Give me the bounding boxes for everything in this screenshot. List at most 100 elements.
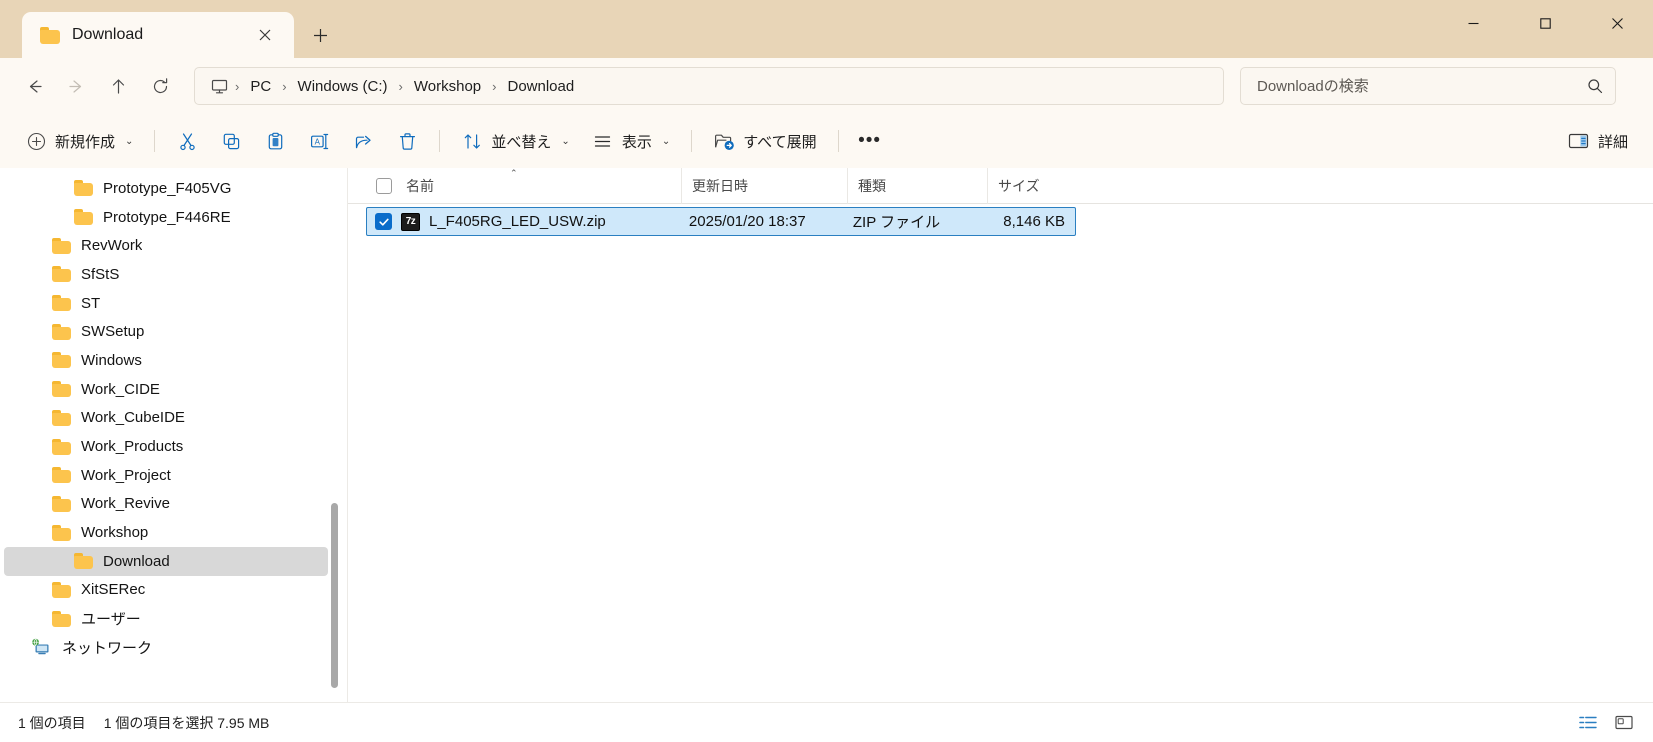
delete-button[interactable] (385, 122, 429, 160)
sidebar-item-label: ST (81, 294, 101, 312)
search-input[interactable] (1257, 77, 1587, 95)
rename-button[interactable]: A (297, 122, 341, 160)
sidebar-item-label: Work_Project (81, 466, 171, 484)
view-button[interactable]: 表示 ⌄ (581, 122, 681, 160)
details-view-button[interactable] (1573, 710, 1603, 736)
cut-button[interactable] (165, 122, 209, 160)
close-tab-icon[interactable] (250, 20, 280, 50)
chevron-down-icon: ⌄ (661, 135, 671, 147)
pane-divider[interactable] (347, 168, 348, 702)
search-box[interactable] (1240, 67, 1616, 105)
svg-text:A: A (315, 137, 321, 146)
toolbar-divider (154, 130, 156, 152)
up-button[interactable] (98, 67, 138, 105)
window-controls (1437, 0, 1653, 46)
row-checkbox[interactable] (375, 213, 392, 230)
breadcrumb-separator: › (398, 78, 403, 94)
details-pane-button[interactable]: 詳細 (1557, 122, 1639, 160)
new-tab-icon[interactable] (302, 17, 338, 53)
folder-icon (52, 495, 71, 512)
breadcrumb[interactable]: › PC › Windows (C:) › Workshop › Downloa… (194, 67, 1224, 105)
paste-button[interactable] (253, 122, 297, 160)
item-count-label: 1 個の項目 (18, 714, 86, 731)
sidebar-item-label: Work_CubeIDE (81, 409, 185, 427)
new-button[interactable]: 新規作成 ⌄ (14, 122, 144, 160)
this-pc-icon[interactable] (205, 75, 233, 97)
column-header-name[interactable]: 名前 (366, 167, 682, 204)
large-icons-view-button[interactable] (1609, 710, 1639, 736)
sidebar-item-workshop[interactable]: Workshop (4, 518, 328, 547)
breadcrumb-item-download[interactable]: Download (499, 74, 584, 99)
breadcrumb-item-windows-c[interactable]: Windows (C:) (289, 74, 397, 99)
folder-icon (52, 295, 71, 312)
sidebar-item-work-project[interactable]: Work_Project (4, 461, 328, 490)
sidebar-item-sfsts[interactable]: SfStS (4, 260, 328, 289)
sidebar-item-xitserec[interactable]: XitSERec (4, 576, 328, 605)
extract-folder-icon (713, 130, 735, 152)
sidebar-item-label: SfStS (81, 265, 120, 283)
column-header-date[interactable]: 更新日時 (682, 167, 848, 204)
sidebar-item-work-cide[interactable]: Work_CIDE (4, 375, 328, 404)
navigation-scrollbar[interactable] (331, 168, 338, 702)
sidebar-item-work-cubeide[interactable]: Work_CubeIDE (4, 404, 328, 433)
zip-file-icon: 7z (401, 212, 420, 231)
sidebar-item-windows[interactable]: Windows (4, 346, 328, 375)
breadcrumb-item-workshop[interactable]: Workshop (405, 74, 490, 99)
table-row[interactable]: 7z L_F405RG_LED_USW.zip 2025/01/20 18:37… (366, 207, 1076, 236)
chevron-down-icon: ⌄ (125, 135, 134, 147)
sidebar-item-revwork[interactable]: RevWork (4, 231, 328, 260)
maximize-button[interactable] (1509, 0, 1581, 46)
forward-button[interactable] (56, 67, 96, 105)
plus-circle-icon (25, 130, 47, 152)
breadcrumb-item-pc[interactable]: PC (241, 74, 280, 99)
refresh-button[interactable] (140, 67, 180, 105)
select-all-checkbox[interactable] (376, 177, 392, 194)
sidebar-item-prototype-f446re[interactable]: Prototype_F446RE (4, 203, 328, 232)
folder-icon (52, 409, 71, 426)
share-button[interactable] (341, 122, 385, 160)
extract-all-button[interactable]: すべて展開 (702, 122, 827, 160)
command-bar: 新規作成 ⌄ A 並べ替え ⌄ 表示 ⌄ すべて展開 ••• 詳細 (0, 114, 1653, 168)
minimize-button[interactable] (1437, 0, 1509, 46)
sidebar-item-label: Work_Revive (81, 495, 170, 513)
folder-icon (40, 26, 60, 44)
folder-icon (52, 581, 71, 598)
sidebar-item-[interactable]: ネットワーク (4, 633, 328, 662)
scissors-icon (176, 130, 198, 152)
more-options-button[interactable]: ••• (849, 122, 891, 160)
close-window-button[interactable] (1581, 0, 1653, 46)
sidebar-item-[interactable]: ユーザー (4, 604, 328, 633)
folder-icon (52, 610, 71, 627)
search-icon[interactable] (1587, 78, 1603, 94)
chevron-down-icon: ⌄ (561, 135, 570, 147)
sidebar-item-label: ユーザー (81, 611, 141, 629)
column-header-date-label: 更新日時 (692, 177, 748, 194)
toolbar-divider (837, 130, 839, 152)
tab-download[interactable]: Download (22, 12, 294, 58)
column-header-name-label: 名前 (406, 177, 434, 194)
sidebar-item-prototype-f405vg[interactable]: Prototype_F405VG (4, 174, 328, 203)
scrollbar-thumb[interactable] (331, 503, 338, 688)
folder-icon (52, 438, 71, 455)
sidebar-item-work-products[interactable]: Work_Products (4, 432, 328, 461)
breadcrumb-separator: › (492, 78, 497, 94)
file-name-cell: 7z L_F405RG_LED_USW.zip (367, 212, 679, 231)
column-header-size[interactable]: サイズ (988, 168, 1088, 204)
sidebar-item-st[interactable]: ST (4, 289, 328, 318)
folder-icon (52, 467, 71, 484)
file-type-cell: ZIP ファイル (852, 214, 941, 231)
column-header-size-label: サイズ (998, 177, 1040, 194)
address-bar: › PC › Windows (C:) › Workshop › Downloa… (0, 58, 1653, 114)
column-header-type[interactable]: 種類 (848, 167, 988, 204)
copy-button[interactable] (209, 122, 253, 160)
sort-button[interactable]: 並べ替え ⌄ (450, 122, 580, 160)
sidebar-item-label: ネットワーク (62, 639, 153, 657)
sidebar-item-swsetup[interactable]: SWSetup (4, 317, 328, 346)
back-button[interactable] (14, 67, 54, 105)
column-header-row: ⌃ 名前 更新日時 種類 サイズ (348, 167, 1653, 204)
details-pane-label: 詳細 (1597, 133, 1628, 151)
tab-strip: Download (0, 0, 338, 58)
sidebar-item-work-revive[interactable]: Work_Revive (4, 490, 328, 519)
sidebar-item-download[interactable]: Download (4, 546, 328, 576)
status-bar: 1 個の項目 1 個の項目を選択 7.95 MB (0, 702, 1653, 742)
